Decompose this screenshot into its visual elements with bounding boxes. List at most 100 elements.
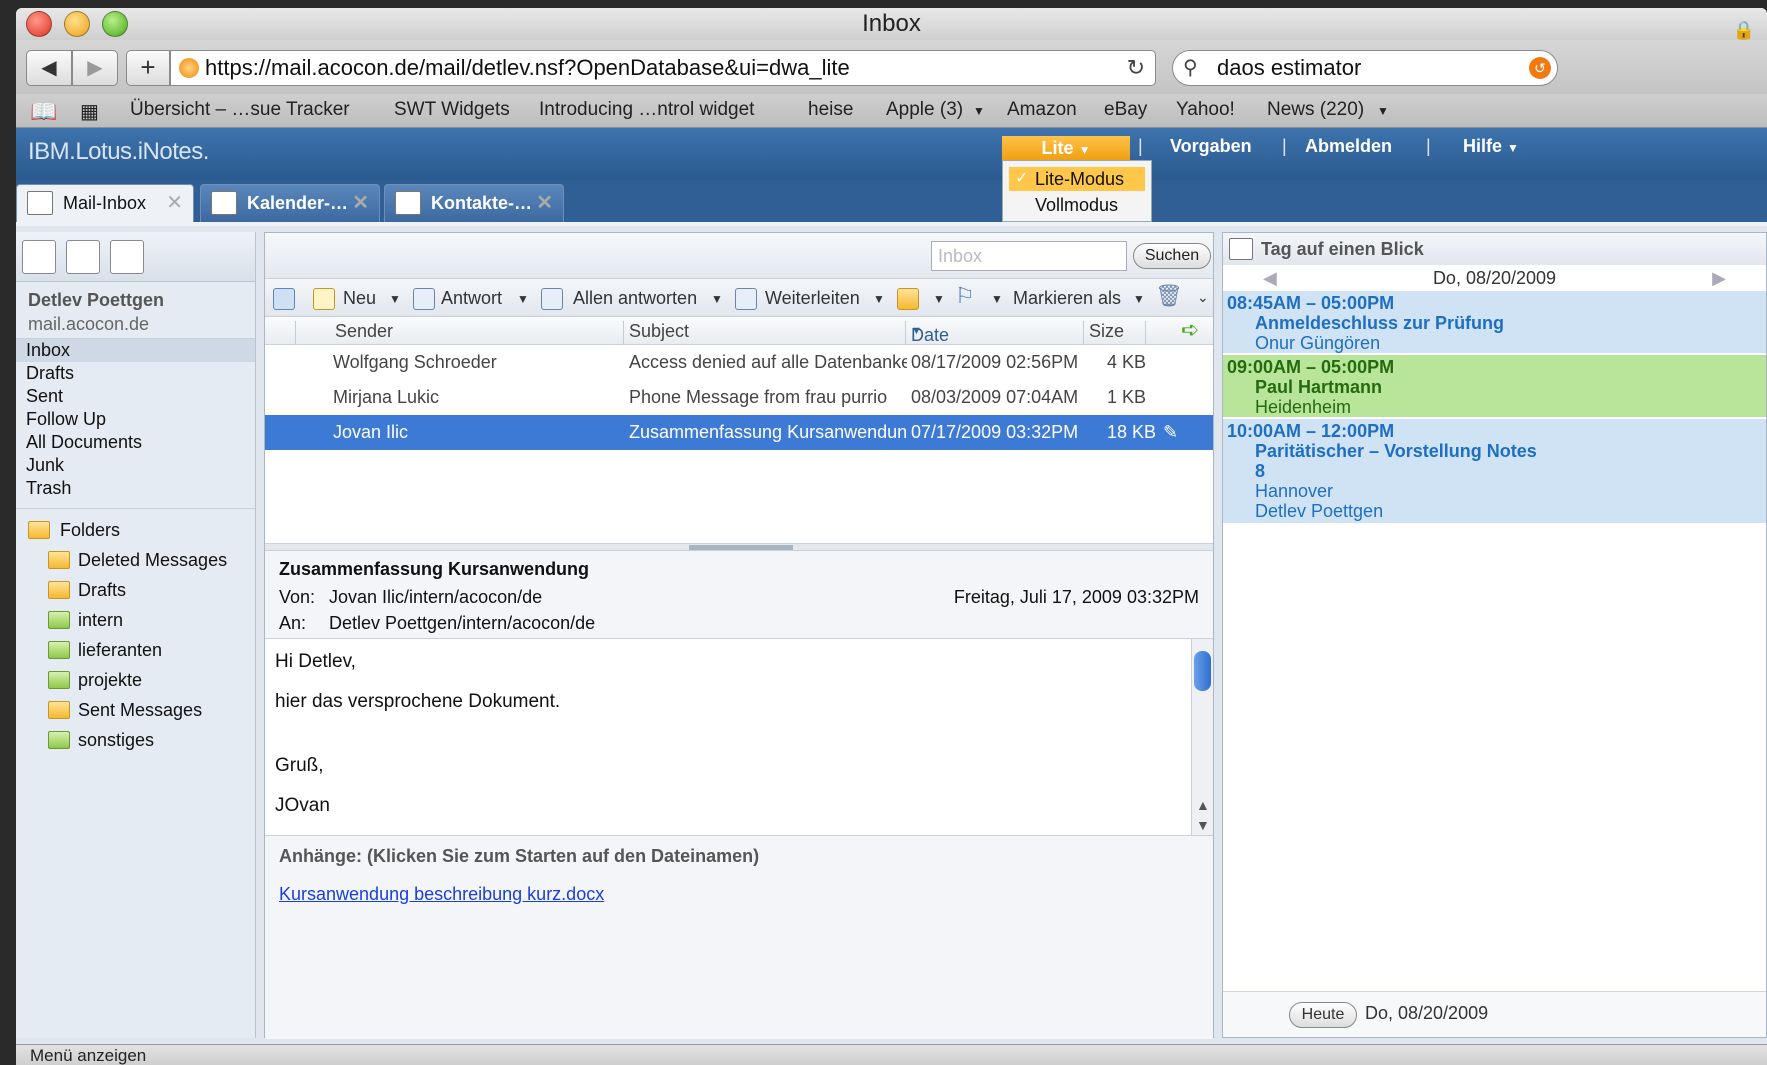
nav-item-drafts[interactable]: Drafts [16,362,255,385]
nav-item-sent[interactable]: Sent [16,385,255,408]
folder-item[interactable]: lieferanten [16,635,255,665]
search-go-icon[interactable]: ↺ [1529,57,1551,79]
mail-nav-list: Inbox Drafts Sent Follow Up All Document… [16,338,255,500]
zoom-window-button[interactable] [102,11,128,37]
suchen-button[interactable]: Suchen [1133,243,1211,269]
calendar-icon[interactable] [66,240,100,274]
bookmark-item[interactable]: heise [808,99,853,121]
vorgaben-link[interactable]: Vorgaben [1170,136,1252,157]
tab-calendar[interactable]: Kalender-… ✕ [200,184,380,222]
chevron-down-icon[interactable]: ▼ [933,292,945,306]
lite-mode-button[interactable]: Lite ▼ [1002,136,1130,160]
chevron-down-icon[interactable]: ▼ [1133,292,1145,306]
column-sender[interactable]: Sender [335,321,393,342]
bookmark-item[interactable]: Übersicht – …sue Tracker [130,99,350,121]
bookmark-item[interactable]: Apple (3) [886,99,963,121]
close-tab-icon[interactable]: ✕ [536,185,553,221]
browser-toolbar: ◀ ▶ + https://mail.acocon.de/mail/detlev… [16,40,1767,94]
tab-contacts[interactable]: Kontakte-… ✕ [384,184,564,222]
forward-button[interactable]: Weiterleiten [765,288,860,309]
trash-icon[interactable]: 🗑 [1155,283,1183,309]
more-icon[interactable]: ⌄ [1197,289,1209,306]
minimize-window-button[interactable] [64,11,90,37]
add-bookmark-button[interactable]: + [126,50,170,86]
footer-date: Do, 08/20/2009 [1365,1003,1489,1023]
chevron-right-icon[interactable]: ▶ [1712,265,1726,291]
folder-item[interactable]: intern [16,605,255,635]
reply-all-button[interactable]: Allen antworten [573,288,697,309]
table-row[interactable]: Wolfgang Schroeder Access denied auf all… [265,345,1213,380]
full-mode-option[interactable]: Vollmodus [1035,195,1118,216]
bookmark-item[interactable]: Introducing …ntrol widget [539,99,754,121]
flag-icon[interactable]: ⚐ [955,283,975,309]
book-icon[interactable]: 📖 [30,99,57,125]
nav-item-inbox[interactable]: Inbox [16,339,255,362]
body-scrollbar[interactable]: ▲ ▼ [1191,639,1213,835]
folder-item[interactable]: projekte [16,665,255,695]
nav-item-all-documents[interactable]: All Documents [16,431,255,454]
folder-item[interactable]: Sent Messages [16,695,255,725]
folder-item[interactable]: sonstiges [16,725,255,755]
arrow-right-icon[interactable]: ➪ [1181,317,1199,343]
bookmark-item[interactable]: News (220) [1267,99,1364,121]
chevron-down-icon[interactable]: ▼ [991,292,1003,306]
chevron-down-icon[interactable]: ▼ [873,292,885,306]
back-button[interactable]: ◀ [26,50,72,86]
column-size[interactable]: Size [1089,321,1124,342]
chevron-left-icon[interactable]: ◀ [1263,265,1277,291]
today-button[interactable]: Heute [1289,1002,1357,1028]
lite-mode-option[interactable]: ✓ Lite-Modus [1009,167,1145,191]
tab-bar: Mail-Inbox ✕ Kalender-… ✕ Kontakte-… ✕ [16,180,1767,222]
calendar-event[interactable]: 08:45AM – 05:00PM Anmeldeschluss zur Prü… [1223,291,1766,353]
folders-header[interactable]: Folders [16,515,255,545]
nav-item-trash[interactable]: Trash [16,477,255,500]
folder-item[interactable]: Deleted Messages [16,545,255,575]
scroll-down-icon[interactable]: ▼ [1196,817,1210,833]
folder-icon[interactable] [897,288,919,310]
column-subject[interactable]: Subject [629,321,689,342]
bookmark-item[interactable]: Yahoo! [1176,99,1235,121]
forward-button[interactable]: ▶ [72,50,118,86]
scroll-up-icon[interactable]: ▲ [1196,797,1210,813]
close-tab-icon[interactable]: ✕ [166,185,183,221]
folder-icon [48,581,70,599]
folder-label: Deleted Messages [78,550,228,570]
bookmark-item[interactable]: Amazon [1007,99,1077,121]
row-size: 1 KB [1107,387,1147,407]
reload-icon[interactable]: ↻ [1127,51,1145,85]
subfolder-icon [48,641,70,659]
new-button[interactable]: Neu [343,288,376,309]
hilfe-link[interactable]: Hilfe ▼ [1463,136,1519,157]
mail-icon[interactable] [22,240,56,274]
attachment-link[interactable]: Kursanwendung beschreibung kurz.docx [279,884,604,905]
url-field[interactable]: https://mail.acocon.de/mail/detlev.nsf?O… [170,50,1156,86]
tab-mail-inbox[interactable]: Mail-Inbox ✕ [16,184,194,222]
event-line: Heidenheim [1255,397,1352,417]
table-row[interactable]: Mirjana Lukic Phone Message from frau pu… [265,380,1213,415]
nav-item-follow-up[interactable]: Follow Up [16,408,255,431]
abmelden-link[interactable]: Abmelden [1305,136,1392,157]
table-row[interactable]: Jovan Ilic Zusammenfassung Kursanwendung… [265,415,1213,450]
calendar-event[interactable]: 09:00AM – 05:00PM Paul Hartmann Heidenhe… [1223,355,1766,417]
chevron-down-icon[interactable]: ▼ [517,292,529,306]
splitter-handle[interactable] [689,545,793,550]
folder-item[interactable]: Drafts [16,575,255,605]
mark-as-button[interactable]: Markieren als [1013,288,1121,309]
chevron-down-icon[interactable]: ▼ [389,292,401,306]
calendar-event[interactable]: 10:00AM – 12:00PM Paritätischer – Vorste… [1223,419,1766,523]
pane-splitter[interactable] [265,543,1213,551]
inbox-search-input[interactable]: Inbox [931,241,1127,271]
contacts-icon[interactable] [110,240,144,274]
calendar-footer: Heute Do, 08/20/2009 [1223,991,1766,1037]
scroll-thumb[interactable] [1194,651,1211,691]
grid-icon[interactable]: ▦ [80,99,99,124]
refresh-icon[interactable] [273,288,295,310]
chevron-down-icon[interactable]: ▼ [711,292,723,306]
bookmark-item[interactable]: SWT Widgets [394,99,510,121]
web-search-field[interactable]: ⚲ daos estimator ↺ [1172,50,1558,86]
reply-button[interactable]: Antwort [441,288,502,309]
close-window-button[interactable] [26,11,52,37]
close-tab-icon[interactable]: ✕ [352,185,369,221]
bookmark-item[interactable]: eBay [1104,99,1147,121]
nav-item-junk[interactable]: Junk [16,454,255,477]
